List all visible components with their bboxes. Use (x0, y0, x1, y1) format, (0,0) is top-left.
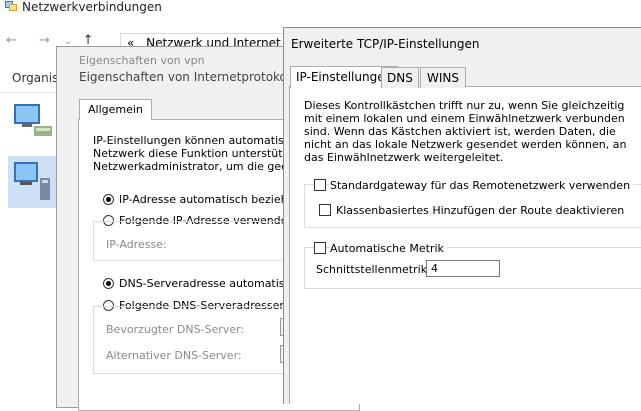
window-title: Netzwerkverbindungen (22, 0, 162, 14)
ip-address-label: IP-Adresse: (106, 238, 167, 251)
ipv4-properties-title: Eigenschaften von Internetprotokoll, V (79, 70, 310, 84)
alternate-dns-label: Alternativer DNS-Server: (106, 349, 242, 362)
use-default-gateway-checkbox[interactable] (314, 179, 326, 191)
vpn-adapter-icon[interactable] (12, 160, 54, 204)
disable-classful-route-label[interactable]: Klassenbasiertes Hinzufügen der Route de… (336, 204, 624, 217)
automatic-metric-checkbox[interactable] (314, 242, 326, 254)
disable-classful-route-checkbox[interactable] (319, 204, 331, 216)
tab-general[interactable]: Allgemein (79, 99, 152, 120)
vpn-properties-title: Eigenschaften von vpn (79, 54, 205, 67)
dns-auto-radio[interactable] (103, 278, 114, 289)
tab-wins[interactable]: WINS (420, 67, 466, 88)
network-connections-icon (5, 1, 17, 11)
automatic-metric-label[interactable]: Automatische Metrik (330, 242, 447, 255)
dns-auto-label[interactable]: DNS-Serveradresse automatisch b (119, 277, 308, 290)
preferred-dns-label: Bevorzugter DNS-Server: (106, 323, 245, 336)
dns-server-group (93, 306, 295, 374)
advanced-dialog-title: Erweiterte TCP/IP-Einstellungen (291, 37, 480, 51)
ip-auto-radio[interactable] (103, 194, 114, 205)
back-icon[interactable]: ← (6, 33, 17, 48)
gateway-info-text: Dieses Kontrollkästchen trifft nur zu, w… (304, 99, 627, 164)
network-adapter-icon[interactable] (12, 100, 54, 144)
interface-metric-label: Schnittstellenmetrik: (316, 263, 431, 276)
interface-metric-input[interactable]: 4 (426, 260, 500, 277)
organize-menu[interactable]: Organisi (12, 71, 62, 85)
forward-icon[interactable]: → (39, 33, 50, 48)
tab-dns[interactable]: DNS (381, 67, 419, 88)
ip-auto-label[interactable]: IP-Adresse automatisch beziehen (119, 193, 301, 206)
use-default-gateway-label[interactable]: Standardgateway für das Remotenetzwerk v… (330, 179, 634, 192)
